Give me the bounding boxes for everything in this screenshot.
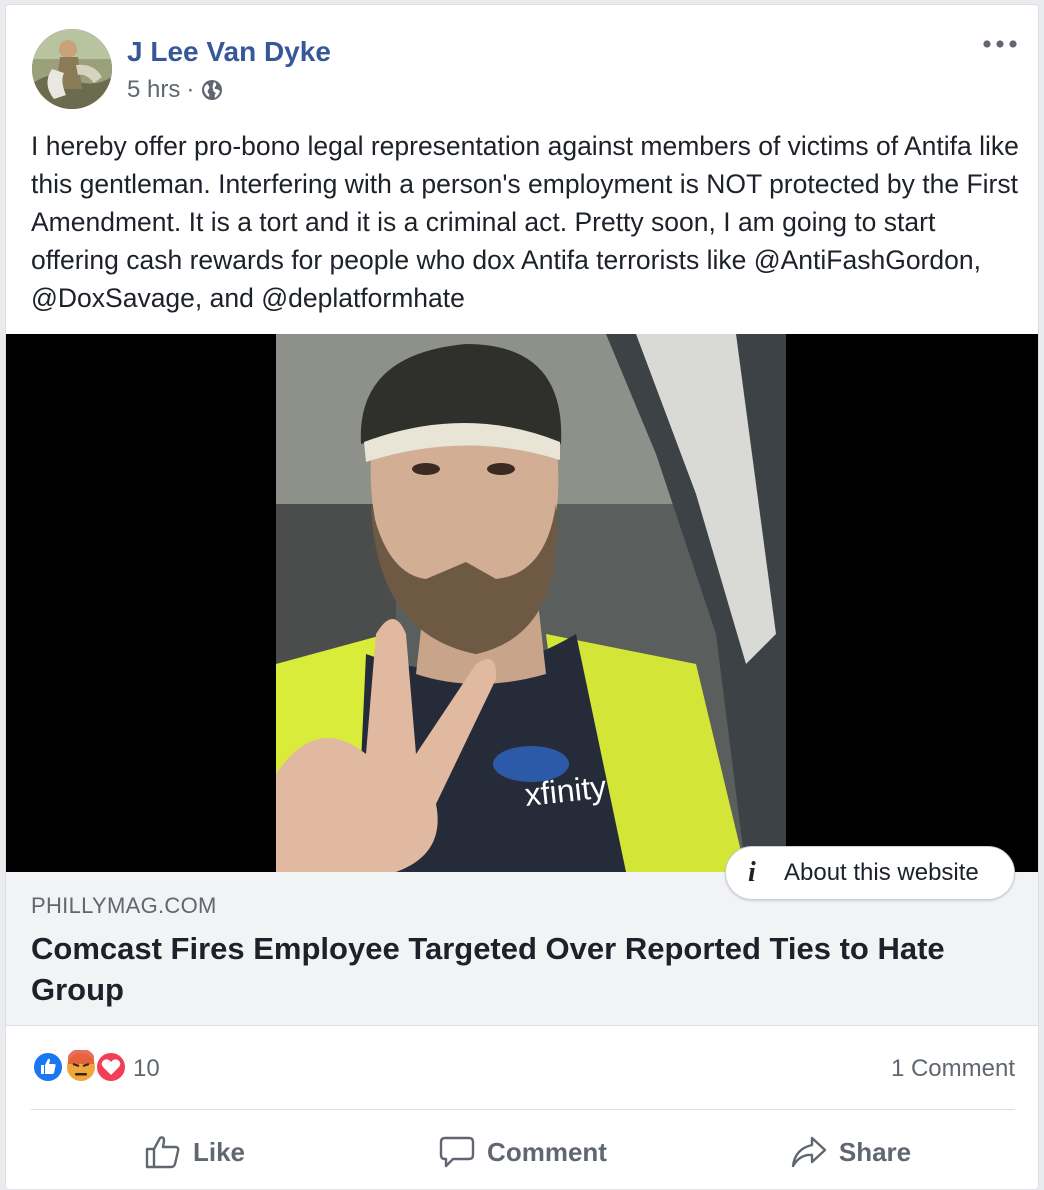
post-card: J Lee Van Dyke 5 hrs · I hereby offer pr… [5,4,1039,1190]
share-arrow-icon [791,1136,827,1168]
link-preview-image[interactable]: xfinity [6,334,1038,872]
info-icon: i [748,857,756,888]
reactions-summary: 10 1 Comment [31,1045,1015,1091]
thumbs-up-icon [145,1136,180,1169]
like-label: Like [192,1136,246,1167]
like-button[interactable]: Like [31,1119,359,1185]
meta-separator: · [186,76,195,103]
post-header: J Lee Van Dyke 5 hrs · [6,5,1038,121]
reaction-count[interactable]: 10 [133,1055,160,1083]
post-meta: 5 hrs · [127,75,224,105]
employee-photo: xfinity [276,334,786,872]
comment-label: Comment [487,1136,607,1167]
more-options-icon[interactable] [980,29,1020,59]
globe-icon[interactable] [200,78,224,102]
comment-count-link[interactable]: 1 Comment [891,1055,1015,1083]
avatar-image [32,29,112,109]
post-body-text: I hereby offer pro-bono legal representa… [31,131,1019,313]
post-actions: Like Comment Share [31,1119,1015,1185]
link-headline[interactable]: Comcast Fires Employee Targeted Over Rep… [31,928,1021,1010]
reaction-icons[interactable] [31,1048,133,1084]
share-label: Share [838,1136,912,1167]
author-avatar[interactable] [32,29,112,109]
about-this-website-label: About this website [784,859,979,886]
share-button[interactable]: Share [687,1119,1015,1185]
about-this-website-button[interactable]: i About this website [725,846,1015,900]
comment-icon [439,1136,475,1168]
author-name-link[interactable]: J Lee Van Dyke [127,35,331,69]
actions-divider [31,1109,1015,1110]
link-domain: PHILLYMAG.COM [31,893,217,918]
comment-button[interactable]: Comment [359,1119,687,1185]
post-timestamp[interactable]: 5 hrs [127,75,180,105]
